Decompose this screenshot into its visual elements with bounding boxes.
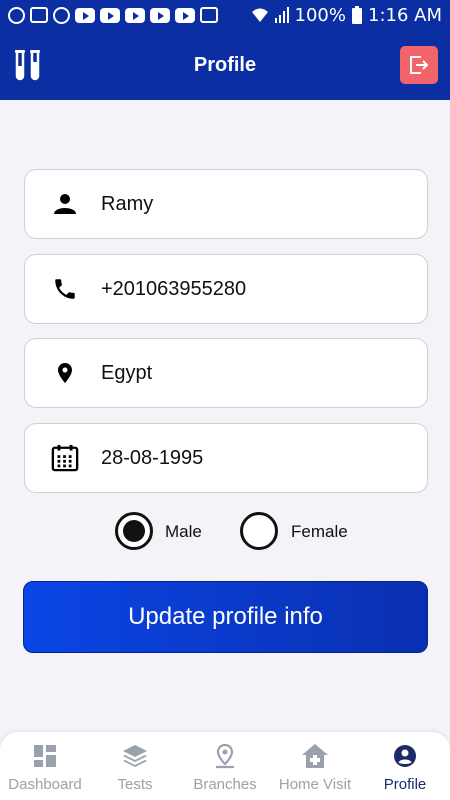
app-bar: Profile xyxy=(0,30,450,100)
youtube-icon xyxy=(75,7,95,23)
calendar-icon xyxy=(51,444,79,472)
app-icon xyxy=(53,6,70,24)
sync-icon xyxy=(8,6,25,24)
name-field[interactable]: Ramy xyxy=(24,169,428,239)
female-label: Female xyxy=(291,522,348,541)
female-radio[interactable] xyxy=(240,512,278,550)
male-radio[interactable] xyxy=(115,512,153,550)
gender-selector: Male Female xyxy=(0,512,450,552)
battery-percent: 100% xyxy=(294,4,346,26)
battery-icon xyxy=(352,6,362,24)
account-circle-icon xyxy=(391,742,419,770)
location-pin-icon xyxy=(51,359,79,387)
youtube-icon xyxy=(125,7,145,23)
layers-icon xyxy=(121,742,149,770)
phone-value: +201063955280 xyxy=(101,277,247,300)
nav-item-profile[interactable]: Profile xyxy=(360,732,450,800)
clock: 1:16 AM xyxy=(368,4,442,26)
male-label: Male xyxy=(165,522,202,541)
wifi-icon xyxy=(251,8,268,22)
nav-label-profile: Profile xyxy=(383,776,427,793)
gmail-icon xyxy=(200,7,218,23)
logout-button[interactable] xyxy=(400,46,438,84)
signal-icon xyxy=(274,7,289,23)
nav-label-home-visit: Home Visit xyxy=(278,776,352,793)
youtube-icon xyxy=(100,7,120,23)
logout-icon xyxy=(410,56,429,74)
nav-label-tests: Tests xyxy=(117,776,153,793)
system-status: 100% 1:16 AM xyxy=(251,5,442,26)
person-icon xyxy=(51,190,79,218)
nav-item-home-visit[interactable]: Home Visit xyxy=(270,732,360,800)
nav-item-branches[interactable]: Branches xyxy=(180,732,270,800)
youtube-icon xyxy=(150,7,170,23)
nav-label-dashboard: Dashboard xyxy=(8,776,82,793)
home-medical-icon xyxy=(301,742,329,770)
youtube-icon xyxy=(175,7,195,23)
phone-icon xyxy=(51,275,79,303)
update-profile-button[interactable]: Update profile info xyxy=(23,581,428,653)
nav-item-tests[interactable]: Tests xyxy=(90,732,180,800)
nav-item-dashboard[interactable]: Dashboard xyxy=(0,732,90,800)
birthdate-field[interactable]: 28-08-1995 xyxy=(24,423,428,493)
notification-icons xyxy=(8,6,218,24)
name-value: Ramy xyxy=(101,192,154,215)
bottom-navigation: Dashboard Tests Branches Home Visit Prof… xyxy=(0,732,450,800)
test-tubes-icon xyxy=(15,50,40,81)
phone-field[interactable]: +201063955280 xyxy=(24,254,428,324)
location-pin-icon xyxy=(211,742,239,770)
dashboard-icon xyxy=(31,742,59,770)
page-title: Profile xyxy=(193,53,257,76)
country-value: Egypt xyxy=(101,361,153,384)
nav-label-branches: Branches xyxy=(193,776,257,793)
status-bar: 100% 1:16 AM xyxy=(0,0,450,30)
birthdate-value: 28-08-1995 xyxy=(101,446,204,469)
image-icon xyxy=(30,7,48,23)
country-field[interactable]: Egypt xyxy=(24,338,428,408)
